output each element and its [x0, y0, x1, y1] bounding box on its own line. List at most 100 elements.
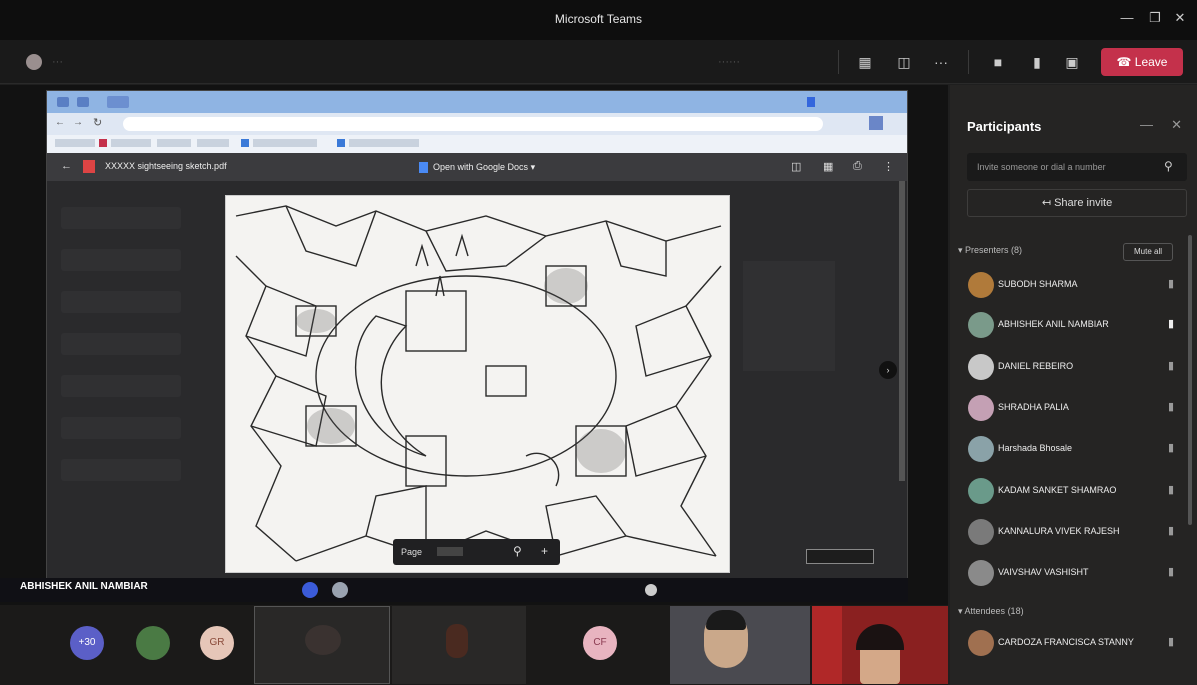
more-options-icon[interactable]: ···: [930, 52, 952, 72]
reload-icon[interactable]: ↻: [93, 116, 102, 129]
more-icon[interactable]: ⋮: [883, 160, 894, 173]
scrollbar[interactable]: [899, 181, 905, 481]
background-sidebar: [61, 207, 181, 501]
open-with-label: Open with Google Docs: [433, 162, 529, 172]
toolbar-divider: [838, 50, 839, 74]
bookmark-icon[interactable]: [99, 139, 107, 147]
leave-label: Leave: [1134, 55, 1168, 69]
participant-row[interactable]: SHRADHA PALIA ▮: [962, 388, 1190, 428]
pdf-file-icon: [83, 160, 95, 173]
next-page-icon[interactable]: ›: [879, 361, 897, 379]
participant-name: KADAM SANKET SHAMRAO: [998, 485, 1117, 495]
attendees-section-label[interactable]: ▾ Attendees (18): [958, 606, 1024, 617]
video-tile[interactable]: [254, 606, 390, 684]
camera-icon[interactable]: ■: [987, 52, 1009, 72]
avatar[interactable]: CF: [583, 626, 617, 660]
close-icon[interactable]: ✕: [1170, 10, 1190, 28]
grid-view-icon[interactable]: ▦: [823, 160, 833, 173]
bookmark-item[interactable]: [55, 139, 95, 147]
back-arrow-icon[interactable]: ←: [61, 160, 72, 172]
participant-name: DANIEL REBEIRO: [998, 361, 1074, 371]
meeting-toolbar: ··· ······ ▦ ◫ ··· ■ ▮ ▣ ☎ Leave: [0, 40, 1197, 84]
video-tile[interactable]: [392, 606, 526, 684]
mic-icon[interactable]: ▮: [1026, 52, 1048, 72]
pdf-title: XXXXX sightseeing sketch.pdf: [105, 161, 227, 171]
share-icon: ↤: [1041, 197, 1052, 209]
participant-name: KANNALURA VIVEK RAJESH: [998, 526, 1120, 536]
window-title: Microsoft Teams: [554, 12, 643, 26]
search-icon[interactable]: ⚲: [1164, 159, 1173, 173]
avatar: [968, 436, 994, 462]
avatar: [968, 272, 994, 298]
participant-row[interactable]: ABHISHEK ANIL NAMBIAR ▮: [962, 305, 1190, 345]
participant-row[interactable]: SUBODH SHARMA ▮: [962, 265, 1190, 305]
profile-icon[interactable]: [807, 97, 815, 107]
panel-scrollbar[interactable]: [1188, 235, 1192, 525]
participant-row[interactable]: VAIVSHAV VASHISHT ▮: [962, 553, 1190, 593]
mic-muted-icon: ▮: [1167, 525, 1174, 537]
extension-icon[interactable]: [869, 116, 883, 130]
zoom-in-icon[interactable]: +: [541, 544, 548, 558]
share-screen-icon[interactable]: ▣: [1061, 52, 1083, 72]
browser-tab-icon[interactable]: [77, 97, 89, 107]
mic-muted-icon: ▮: [1167, 278, 1174, 290]
chat-icon[interactable]: ◫: [893, 52, 915, 72]
video-tile[interactable]: [812, 606, 948, 684]
mute-all-button[interactable]: Mute all: [1123, 243, 1173, 261]
bookmark-item[interactable]: [253, 139, 317, 147]
page-number-input[interactable]: [437, 547, 463, 556]
taskbar-app-icon: [302, 582, 318, 598]
participant-row[interactable]: KADAM SANKET SHAMRAO ▮: [962, 471, 1190, 511]
minimize-icon[interactable]: —: [1117, 10, 1137, 28]
avatar: [968, 478, 994, 504]
back-icon[interactable]: ←: [55, 117, 65, 128]
browser-tab[interactable]: [107, 96, 129, 108]
close-panel-icon[interactable]: ✕: [1171, 117, 1182, 132]
leave-button[interactable]: ☎ Leave: [1101, 48, 1183, 76]
page-label: Page: [401, 547, 423, 557]
participant-name: CARDOZA FRANCISCA STANNY: [998, 637, 1134, 647]
open-with-button[interactable]: Open with Google Docs ▾: [411, 159, 543, 175]
avatar: [968, 560, 994, 586]
bookmark-item[interactable]: [349, 139, 419, 147]
video-gallery: +30 GR CF: [0, 605, 948, 685]
sketch-map-drawing: [235, 205, 722, 562]
overflow-count-avatar[interactable]: +30: [70, 626, 104, 660]
bookmark-icon[interactable]: [241, 139, 249, 147]
tooltip: [806, 549, 874, 564]
bookmark-item[interactable]: [111, 139, 151, 147]
print-icon[interactable]: ⎙: [853, 160, 862, 173]
docs-icon: [419, 162, 428, 174]
participant-name: VAIVSHAV VASHISHT: [998, 567, 1089, 577]
popout-icon[interactable]: —: [1140, 117, 1153, 132]
bookmark-item[interactable]: [197, 139, 229, 147]
participant-row[interactable]: KANNALURA VIVEK RAJESH ▮: [962, 512, 1190, 552]
bookmark-item[interactable]: [157, 139, 191, 147]
browser-tab-strip: [47, 91, 907, 113]
invite-search-input[interactable]: Invite someone or dial a number: [967, 153, 1187, 181]
avatar: [968, 630, 994, 656]
maximize-icon[interactable]: ❐: [1145, 10, 1165, 28]
avatar[interactable]: [136, 626, 170, 660]
mic-muted-icon: ▮: [1167, 636, 1174, 648]
address-bar[interactable]: [123, 117, 823, 131]
participants-icon[interactable]: ▦: [854, 52, 876, 72]
browser-tab-icon[interactable]: [57, 97, 69, 107]
participant-row[interactable]: Harshada Bhosale ▮: [962, 429, 1190, 469]
avatar[interactable]: GR: [200, 626, 234, 660]
participant-row[interactable]: CARDOZA FRANCISCA STANNY ▮: [962, 623, 1190, 663]
share-invite-label: Share invite: [1054, 197, 1113, 209]
participant-row[interactable]: DANIEL REBEIRO ▮: [962, 347, 1190, 387]
presenters-section-label[interactable]: ▾ Presenters (8): [958, 245, 1022, 256]
mic-muted-icon: ▮: [1167, 401, 1174, 413]
participant-name: SHRADHA PALIA: [998, 402, 1069, 412]
mic-muted-icon: ▮: [1167, 360, 1174, 372]
add-comment-icon[interactable]: ◫: [791, 160, 801, 173]
video-tile[interactable]: [670, 606, 810, 684]
bookmark-icon[interactable]: [337, 139, 345, 147]
share-invite-button[interactable]: ↤ Share invite: [967, 189, 1187, 217]
participants-panel: Participants — ✕ Invite someone or dial …: [950, 85, 1197, 685]
forward-icon[interactable]: →: [73, 117, 83, 128]
title-bar: Microsoft Teams — ❐ ✕: [0, 0, 1197, 40]
zoom-out-icon[interactable]: ⚲: [513, 544, 522, 558]
